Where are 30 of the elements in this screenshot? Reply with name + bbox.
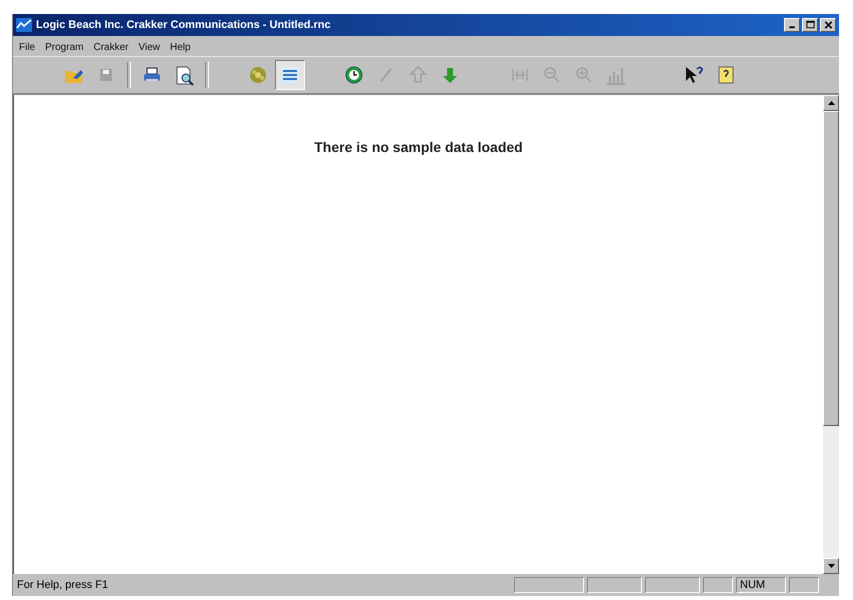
menu-item[interactable]: Program xyxy=(45,42,84,52)
list-icon xyxy=(279,64,301,86)
up-arrow-icon xyxy=(407,64,429,86)
status-pane xyxy=(645,577,700,593)
menu-item[interactable]: Help xyxy=(170,42,191,52)
status-text: For Help, press F1 xyxy=(17,579,110,591)
vertical-scrollbar[interactable] xyxy=(823,95,839,574)
minimize-button[interactable] xyxy=(784,18,800,32)
empty-message: There is no sample data loaded xyxy=(313,139,524,155)
maximize-button[interactable] xyxy=(802,18,818,32)
close-button[interactable] xyxy=(820,18,836,32)
down-triangle-icon xyxy=(828,564,834,568)
window-title: Logic Beach Inc. Crakker Communications - Untitled.rnc xyxy=(36,19,332,31)
status-pane xyxy=(789,577,819,593)
app-icon xyxy=(16,18,32,32)
menu-item[interactable]: Crakker xyxy=(93,42,128,52)
menu-item[interactable]: File xyxy=(19,42,36,52)
menu-item[interactable]: View xyxy=(138,42,160,52)
scroll-thumb[interactable] xyxy=(823,111,839,426)
help-cursor-icon xyxy=(683,64,705,86)
scroll-down-button[interactable] xyxy=(823,558,839,574)
status-indicator: NUM xyxy=(736,577,786,593)
status-pane xyxy=(587,577,642,593)
status-pane xyxy=(703,577,733,593)
up-triangle-icon xyxy=(828,101,834,105)
maximize-icon xyxy=(804,20,816,30)
scroll-up-button[interactable] xyxy=(823,95,839,111)
close-icon xyxy=(822,20,834,30)
status-pane xyxy=(514,577,584,593)
clock-icon xyxy=(343,64,365,86)
